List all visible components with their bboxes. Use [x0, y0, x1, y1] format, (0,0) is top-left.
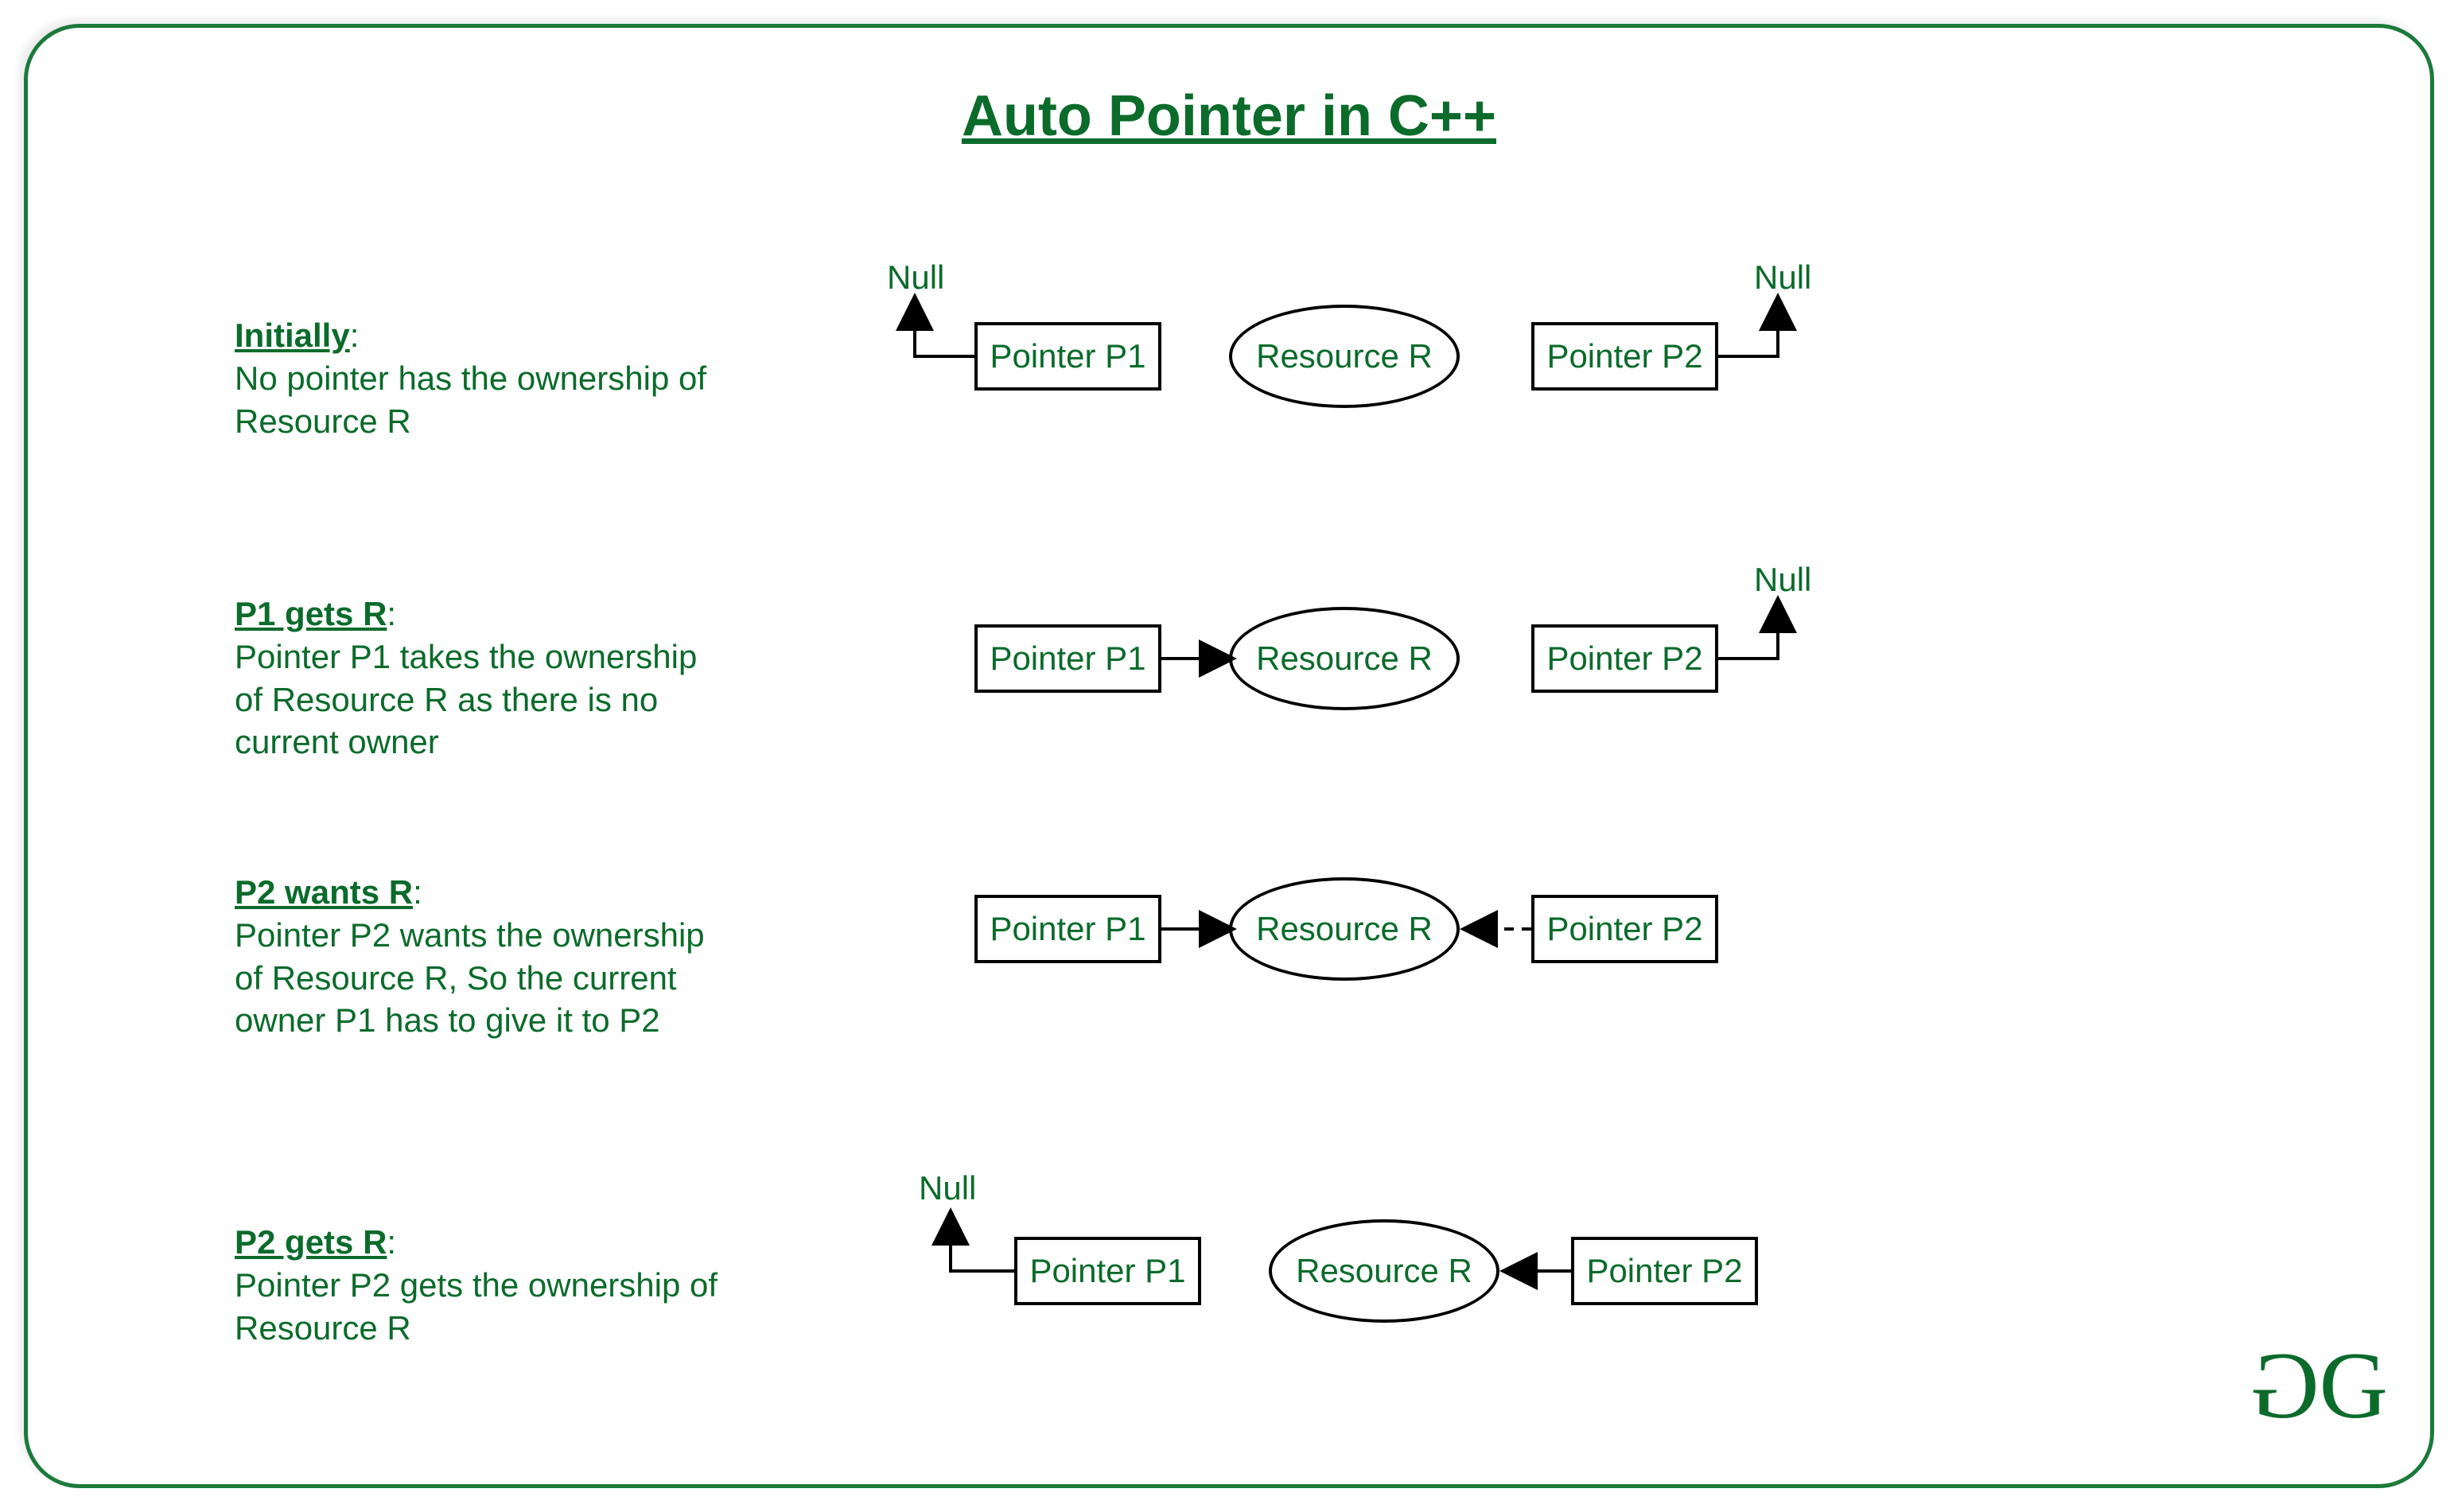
pointer-p1-box-3: Pointer P1: [974, 895, 1161, 963]
diagram-frame: Auto Pointer in C++ Initially: No pointe…: [24, 24, 2434, 1488]
resource-ellipse-1: Resource R: [1229, 305, 1460, 408]
step-row-3: P2 wants R: Pointer P2 wants the ownersh…: [28, 863, 2430, 1117]
pointer-p2-box-3: Pointer P2: [1531, 895, 1718, 963]
pointer-p2-box-2: Pointer P2: [1531, 624, 1718, 693]
step-desc-3: P2 wants R: Pointer P2 wants the ownersh…: [235, 871, 728, 1042]
step-row-2: P1 gets R: Pointer P1 takes the ownershi…: [28, 569, 2430, 791]
step-body-3: Pointer P2 wants the ownership of Resour…: [235, 916, 705, 1040]
pointer-p2-box-4: Pointer P2: [1571, 1237, 1758, 1305]
null-label-p2-2: Null: [1754, 561, 1811, 599]
pointer-p1-box-1: Pointer P1: [974, 322, 1161, 391]
null-label-p1-4: Null: [919, 1169, 976, 1207]
step-heading-3: P2 wants R: [235, 873, 413, 911]
step-body-1: No pointer has the ownership of Resource…: [235, 360, 706, 440]
step-desc-1: Initially: No pointer has the ownership …: [235, 314, 728, 442]
pointer-p2-box-1: Pointer P2: [1531, 322, 1718, 391]
pointer-p1-box-2: Pointer P1: [974, 624, 1161, 693]
pointer-p1-box-4: Pointer P1: [1014, 1237, 1201, 1305]
step-heading-1: Initially: [235, 317, 350, 354]
diagram-title: Auto Pointer in C++: [28, 84, 2430, 149]
step-body-4: Pointer P2 gets the ownership of Resourc…: [235, 1266, 718, 1347]
step-diagram-2: Pointer P1 Resource R Pointer P2 Null: [871, 569, 1826, 728]
step-diagram-1: Null Pointer P1 Resource R Pointer P2 Nu…: [871, 290, 1826, 449]
resource-ellipse-4: Resource R: [1269, 1219, 1499, 1323]
gfg-logo: GG: [2268, 1331, 2370, 1440]
step-desc-2: P1 gets R: Pointer P1 takes the ownershi…: [235, 593, 728, 764]
step-diagram-3: Pointer P1 Resource R Pointer P2: [871, 863, 1826, 1022]
step-body-2: Pointer P1 takes the ownership of Resour…: [235, 638, 697, 761]
step-heading-4: P2 gets R: [235, 1223, 387, 1261]
resource-ellipse-2: Resource R: [1229, 607, 1460, 710]
step-desc-4: P2 gets R: Pointer P2 gets the ownership…: [235, 1221, 728, 1349]
step-row-4: P2 gets R: Pointer P2 gets the ownership…: [28, 1181, 2430, 1388]
step-diagram-4: Null Pointer P1 Resource R Pointer P2: [871, 1181, 1826, 1340]
null-label-p2-1: Null: [1754, 258, 1811, 297]
step-row-1: Initially: No pointer has the ownership …: [28, 290, 2430, 497]
step-heading-2: P1 gets R: [235, 595, 387, 632]
resource-ellipse-3: Resource R: [1229, 877, 1460, 981]
null-label-p1-1: Null: [887, 258, 944, 297]
